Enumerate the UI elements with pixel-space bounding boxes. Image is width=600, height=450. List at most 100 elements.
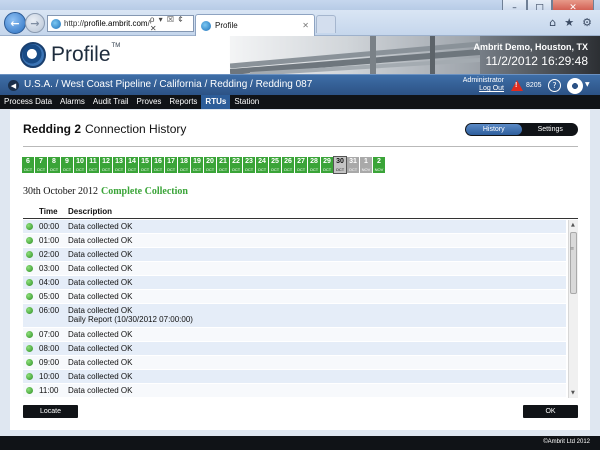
date-chip[interactable]: 7 OCT [35,157,47,173]
main-menu: Process Data Alarms Audit Trail Proves R… [0,95,600,109]
table-row[interactable]: 06:00 Data collected OK Daily Report (10/3… [23,304,566,328]
alarm-indicator[interactable]: ! 8205 [511,80,542,91]
row-description-text: Data collected OK [68,264,133,273]
address-controls[interactable]: ρ ▾ ☒ ¢ ✕ [150,15,193,33]
date-month: OCT [335,167,345,172]
date-chip[interactable]: 27 OCT [295,157,307,173]
date-strip: 6 OCT 7 OCT 8 OCT 9 OCT 10 OCT 11 OCT 12 OCT 13 OCT 14 OC… [22,156,385,174]
history-table: 00:00 Data collected OK 01:00 Data collecte… [23,220,578,398]
date-chip[interactable]: 19 OCT [191,157,203,173]
date-chip[interactable]: 28 OCT [308,157,320,173]
date-chip[interactable]: 20 OCT [204,157,216,173]
ok-button[interactable]: OK [523,405,578,418]
date-day: 15 [141,158,149,165]
date-chip[interactable]: 9 OCT [61,157,73,173]
close-tab-icon[interactable]: ✕ [302,21,309,30]
home-icon[interactable]: ⌂ [549,16,556,29]
date-day: 1 [364,158,368,165]
date-chip[interactable]: 14 OCT [126,157,138,173]
date-chip[interactable]: 17 OCT [165,157,177,173]
date-chip[interactable]: 24 OCT [256,157,268,173]
date-chip[interactable]: 18 OCT [178,157,190,173]
table-row[interactable]: 04:00 Data collected OK [23,276,566,290]
profile-logo-icon [20,42,46,68]
menu-proves[interactable]: Proves [133,95,166,109]
row-description-text: Data collected OK [68,236,133,245]
menu-alarms[interactable]: Alarms [56,95,89,109]
date-chip[interactable]: 12 OCT [100,157,112,173]
table-row[interactable]: 01:00 Data collected OK [23,234,566,248]
row-time: 00:00 [39,222,60,231]
date-chip[interactable]: 26 OCT [282,157,294,173]
help-icon[interactable]: ? [548,79,561,92]
date-chip[interactable]: 21 OCT [217,157,229,173]
new-tab-button[interactable] [316,15,336,33]
date-chip[interactable]: 2 NOV [373,157,385,173]
date-chip[interactable]: 25 OCT [269,157,281,173]
breadcrumb-back-icon[interactable]: ◀ [8,80,19,91]
table-row[interactable]: 02:00 Data collected OK [23,248,566,262]
view-toggle: History Settings [465,123,578,136]
date-day: 8 [52,158,56,165]
row-time: 05:00 [39,292,60,301]
date-month: OCT [322,167,332,172]
browser-tab[interactable]: Profile ✕ [195,14,315,36]
favorites-icon[interactable]: ★ [564,16,574,29]
table-row[interactable]: 09:00 Data collected OK [23,356,566,370]
date-chip[interactable]: 16 OCT [152,157,164,173]
date-day: 2 [377,158,381,165]
status-ok-icon [26,373,33,380]
date-chip[interactable]: 30 OCT [333,156,347,174]
date-chip[interactable]: 29 OCT [321,157,333,173]
scroll-down-icon[interactable]: ▼ [571,390,575,396]
scroll-up-icon[interactable]: ▲ [571,222,575,228]
locate-button[interactable]: Locate [23,405,78,418]
chevron-down-icon[interactable]: ▼ [585,81,590,88]
forward-button[interactable]: → [25,13,45,33]
company-name: Ambrit Demo, Houston, TX [473,42,589,52]
date-day: 26 [284,158,292,165]
table-row[interactable]: 08:00 Data collected OK [23,342,566,356]
date-day: 19 [193,158,201,165]
menu-audit-trail[interactable]: Audit Trail [89,95,133,109]
row-time: 06:00 [39,306,60,315]
date-chip[interactable]: 11 OCT [87,157,99,173]
menu-rtus[interactable]: RTUs [201,95,231,109]
menu-station[interactable]: Station [230,95,263,109]
row-description: Data collected OK [68,344,132,353]
scroll-thumb[interactable] [570,232,577,294]
table-row[interactable]: 07:00 Data collected OK [23,328,566,342]
date-month: OCT [114,167,124,172]
date-day: 24 [258,158,266,165]
date-chip[interactable]: 23 OCT [243,157,255,173]
date-month: OCT [153,167,163,172]
menu-process-data[interactable]: Process Data [0,95,56,109]
date-chip[interactable]: 31 OCT [347,157,359,173]
logout-link[interactable]: Log Out [456,85,504,93]
date-chip[interactable]: 8 OCT [48,157,60,173]
scroll-grip-icon: ≡ [570,246,575,252]
date-chip[interactable]: 22 OCT [230,157,242,173]
date-chip[interactable]: 1 NOV [360,157,372,173]
menu-reports[interactable]: Reports [165,95,201,109]
table-row[interactable]: 05:00 Data collected OK [23,290,566,304]
date-month: OCT [231,167,241,172]
settings-tab[interactable]: Settings [523,123,579,136]
date-chip[interactable]: 6 OCT [22,157,34,173]
table-row[interactable]: 11:00 Data collected OK [23,384,566,398]
date-chip[interactable]: 10 OCT [74,157,86,173]
table-row[interactable]: 10:00 Data collected OK [23,370,566,384]
date-chip[interactable]: 15 OCT [139,157,151,173]
breadcrumb[interactable]: U.S.A. / West Coast Pipeline / Californi… [24,79,312,90]
back-button[interactable]: ← [4,12,26,34]
table-row[interactable]: 00:00 Data collected OK [23,220,566,234]
tools-gear-icon[interactable]: ⚙ [582,16,592,29]
date-chip[interactable]: 13 OCT [113,157,125,173]
scrollbar[interactable]: ▲ ≡ ▼ [568,220,578,398]
date-day: 30 [336,158,344,165]
profile-logo[interactable]: ProfileTM [20,42,120,68]
history-tab[interactable]: History [466,124,522,135]
settings-gear-icon[interactable] [567,78,583,94]
table-row[interactable]: 03:00 Data collected OK [23,262,566,276]
address-bar[interactable]: http://profile.ambrit.com / ρ ▾ ☒ ¢ ✕ [47,15,194,33]
